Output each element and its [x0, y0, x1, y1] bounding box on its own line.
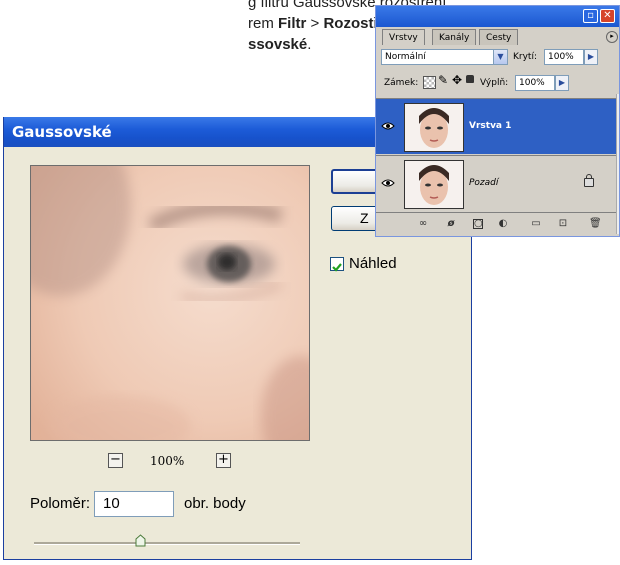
- lock-transparency-icon[interactable]: [423, 76, 436, 89]
- preview-checkbox[interactable]: [330, 257, 344, 272]
- blend-mode-value: Normální: [385, 52, 426, 62]
- trash-icon[interactable]: 🗑: [589, 219, 602, 229]
- lock-move-icon[interactable]: ✥: [452, 74, 462, 87]
- menu-path-gaussovske: ssovské: [248, 36, 308, 53]
- radius-label: Poloměr:: [30, 495, 91, 512]
- menu-path-separator: >: [306, 15, 324, 32]
- layers-scrollbar[interactable]: [616, 94, 619, 234]
- adjustment-icon[interactable]: ◐: [498, 219, 508, 229]
- minimize-icon: ▫: [587, 10, 594, 21]
- layer-thumbnail: [404, 103, 464, 152]
- close-icon: ✕: [603, 10, 612, 21]
- fill-label: Výplň:: [480, 78, 509, 88]
- radius-unit-label: obr. body: [184, 495, 246, 512]
- palette-tabs: Vrstvy Kanály Cesty ▸: [376, 27, 619, 45]
- layer-style-icon[interactable]: ø: [446, 219, 456, 229]
- preview-image[interactable]: [30, 165, 310, 441]
- eye-icon[interactable]: [381, 121, 395, 131]
- lock-icon: [584, 174, 594, 187]
- zoom-out-button[interactable]: −: [108, 453, 123, 468]
- plus-icon: +: [218, 452, 229, 467]
- layer-row[interactable]: Vrstva 1: [376, 98, 616, 154]
- opacity-slider-button[interactable]: ▶: [584, 49, 598, 65]
- lock-paint-icon[interactable]: ✎: [438, 74, 448, 87]
- layer-row[interactable]: Pozadí: [376, 155, 616, 211]
- fill-input[interactable]: 100%: [515, 75, 555, 91]
- mask-icon[interactable]: ○: [473, 219, 483, 229]
- tab-channels[interactable]: Kanály: [432, 29, 477, 45]
- zoom-in-button[interactable]: +: [216, 453, 231, 468]
- eye-icon[interactable]: [381, 178, 395, 188]
- tutorial-prefix: rem: [248, 15, 278, 32]
- lock-label: Zámek:: [384, 78, 419, 88]
- portrait-thumbnail: [405, 161, 463, 208]
- layer-thumbnail: [404, 160, 464, 209]
- layer-name: Pozadí: [469, 178, 499, 188]
- radius-slider-thumb[interactable]: [135, 534, 146, 547]
- portrait-thumbnail: [405, 104, 463, 151]
- tab-layers[interactable]: Vrstvy: [382, 29, 425, 45]
- preview-label: Náhled: [349, 255, 397, 272]
- radius-input[interactable]: 10: [94, 491, 174, 517]
- blurred-face-image: [31, 166, 309, 440]
- fill-slider-button[interactable]: ▶: [555, 75, 569, 91]
- chevron-down-icon: ▼: [493, 50, 507, 64]
- link-icon[interactable]: ∞: [418, 219, 428, 229]
- opacity-input[interactable]: 100%: [544, 49, 584, 65]
- palette-title-bar: ▫ ✕: [376, 6, 619, 27]
- layer-name: Vrstva 1: [469, 121, 512, 131]
- radius-slider-track[interactable]: [34, 542, 300, 545]
- check-icon: [332, 263, 342, 272]
- folder-icon[interactable]: ▭: [531, 219, 541, 229]
- minus-icon: −: [110, 452, 121, 467]
- layers-palette: ▫ ✕ Vrstvy Kanály Cesty ▸ Normální ▼ Kry…: [375, 5, 620, 237]
- tab-paths[interactable]: Cesty: [479, 29, 519, 45]
- palette-menu-icon[interactable]: ▸: [606, 31, 618, 43]
- menu-path-filtr: Filtr: [278, 15, 307, 32]
- opacity-label: Krytí:: [513, 52, 537, 62]
- layers-footer: ∞ ø ○ ◐ ▭ ⊡ 🗑: [376, 212, 616, 236]
- close-button[interactable]: ✕: [600, 9, 615, 23]
- new-layer-icon[interactable]: ⊡: [558, 219, 568, 229]
- lock-all-icon[interactable]: [466, 75, 474, 83]
- zoom-level: 100%: [150, 454, 185, 468]
- triangle-right-icon: ▶: [558, 78, 566, 87]
- triangle-right-icon: ▶: [587, 52, 595, 61]
- blend-mode-select[interactable]: Normální ▼: [381, 49, 508, 65]
- minimize-button[interactable]: ▫: [583, 9, 598, 23]
- tutorial-period: .: [307, 36, 312, 53]
